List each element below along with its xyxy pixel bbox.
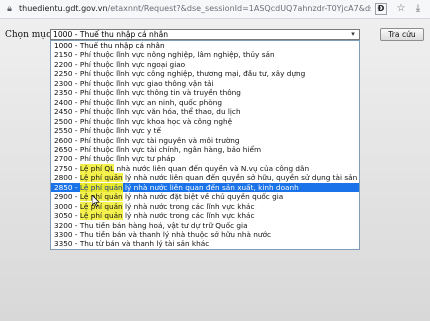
category-select[interactable]: 1000 - Thuế thu nhập cá nhân ▾ <box>50 29 360 40</box>
mouse-cursor-icon <box>92 195 100 207</box>
extension-icon[interactable]: Đ <box>375 3 387 15</box>
option-text: 2500 - Phí thuộc lĩnh vực khoa học và cô… <box>54 116 233 126</box>
browser-address-bar[interactable]: 🔒︎ thuedientu.gdt.gov.vn/etaxnnt/Request… <box>0 0 430 19</box>
option-text-rest: lý nhà nước liên quan đến quyền sở hữu, … <box>122 173 358 183</box>
option-text-rest: lý nhà nước trong các lĩnh vực khác <box>122 211 255 221</box>
option-item[interactable]: 3300 - Thu tiền bán và thanh lý nhà thuộ… <box>51 230 359 240</box>
option-text: 2300 - Phí thuộc lĩnh vực giao thông vận… <box>54 78 214 88</box>
option-item[interactable]: 2200 - Phí thuộc lĩnh vực ngoại giao <box>51 60 359 70</box>
option-text-rest: lý nhà nước trong các lĩnh vực khác <box>122 201 255 211</box>
option-text: 2350 - Phí thuộc lĩnh vực thông tin và t… <box>54 88 241 98</box>
option-text: 2900 - <box>54 192 80 202</box>
option-item[interactable]: 2650 - Phí thuộc lĩnh vực tài chính, ngâ… <box>51 145 359 155</box>
option-text: 2250 - Phí thuộc lĩnh vực công nghiệp, t… <box>54 69 306 79</box>
option-item[interactable]: 2750 - Lệ phí QL nhà nước liên quan đến … <box>51 163 359 174</box>
option-item[interactable]: 3350 - Thu từ bán và thanh lý tài sản kh… <box>51 239 359 249</box>
option-text: 2600 - Phí thuộc lĩnh vực tài nguyên và … <box>54 135 240 145</box>
select-label: Chọn mục: <box>5 30 55 40</box>
option-text: 2800 - <box>54 173 80 183</box>
option-text: 2750 - <box>54 163 80 173</box>
option-item[interactable]: 2600 - Phí thuộc lĩnh vực tài nguyên và … <box>51 136 359 146</box>
lock-icon: 🔒︎ <box>7 4 12 14</box>
option-text: 1000 - Thuế thu nhập cá nhân <box>54 41 165 50</box>
bookmark-star-icon[interactable]: ☆ <box>394 2 408 16</box>
highlighted-text: Lệ phí quản <box>79 182 123 192</box>
option-text: 2850 - <box>54 182 80 192</box>
highlighted-text: Lệ phí quản <box>79 201 123 211</box>
highlighted-text: Lệ phí quản <box>79 192 123 202</box>
option-item[interactable]: 2300 - Phí thuộc lĩnh vực giao thông vận… <box>51 79 359 89</box>
option-text: 2200 - Phí thuộc lĩnh vực ngoại giao <box>54 59 186 69</box>
option-item[interactable]: 2700 - Phí thuộc lĩnh vực tư pháp <box>51 154 359 164</box>
option-item[interactable]: 2250 - Phí thuộc lĩnh vực công nghiệp, t… <box>51 69 359 79</box>
option-item[interactable]: 2150 - Phí thuộc lĩnh vực nông nghiệp, l… <box>51 50 359 60</box>
option-text: 2150 - Phí thuộc lĩnh vực nông nghiệp, l… <box>54 50 275 60</box>
option-item[interactable]: 3050 - Lệ phí quản lý nhà nước trong các… <box>51 211 359 221</box>
option-item[interactable]: 2400 - Phí thuộc lĩnh vực an ninh, quốc … <box>51 98 359 108</box>
option-item[interactable]: 1000 - Thuế thu nhập cá nhân <box>51 41 359 51</box>
option-item[interactable]: 2500 - Phí thuộc lĩnh vực khoa học và cô… <box>51 117 359 127</box>
option-text: 2700 - Phí thuộc lĩnh vực tư pháp <box>54 154 176 164</box>
option-item[interactable]: 2450 - Phí thuộc lĩnh vực văn hóa, thể t… <box>51 107 359 117</box>
option-item[interactable]: 2550 - Phí thuộc lĩnh vực y tế <box>51 126 359 136</box>
option-text: 3000 - <box>54 201 80 211</box>
option-text-rest: lý nhà nước đặt biệt về chủ quyền quốc g… <box>122 192 284 202</box>
option-text-rest: lý nhà nước liên quan đến sản xuất, kinh… <box>122 182 299 192</box>
option-text: 2400 - Phí thuộc lĩnh vực an ninh, quốc … <box>54 97 223 107</box>
option-text: 3200 - Thu tiền bán hàng hoá, vật tư dự … <box>54 220 248 230</box>
option-text: 3050 - <box>54 211 80 221</box>
chevron-down-icon[interactable]: ▾ <box>348 30 358 39</box>
url-text[interactable]: thuedientu.gdt.gov.vn/etaxnnt/Request?&d… <box>19 2 371 16</box>
option-item[interactable]: 3200 - Thu tiền bán hàng hoá, vật tư dự … <box>51 221 359 231</box>
highlighted-text: Lệ phí quản <box>79 173 123 183</box>
highlighted-text: Lệ phí QL <box>79 163 115 173</box>
option-item[interactable]: 2800 - Lệ phí quản lý nhà nước liên quan… <box>51 173 359 183</box>
page-content: Chọn mục: 1000 - Thuế thu nhập cá nhân ▾… <box>0 19 430 321</box>
url-path: /etaxnnt/Request?&dse_sessionId=1ASQcdUQ… <box>107 4 371 13</box>
option-text: 2450 - Phí thuộc lĩnh vực văn hóa, thể t… <box>54 107 241 117</box>
option-text-rest: nhà nước liên quan đến quyền và N.vụ của… <box>114 163 310 173</box>
option-text: 3350 - Thu từ bán và thanh lý tài sản kh… <box>54 239 210 249</box>
option-text: 2550 - Phí thuộc lĩnh vực y tế <box>54 126 162 136</box>
search-button[interactable]: Tra cứu <box>380 28 424 41</box>
category-dropdown-list[interactable]: 1000 - Thuế thu nhập cá nhân 2150 - Phí t… <box>50 40 360 250</box>
selected-value: 1000 - Thuế thu nhập cá nhân <box>53 30 169 39</box>
url-host: thuedientu.gdt.gov.vn <box>19 4 108 13</box>
download-icon[interactable]: ⤓ <box>411 2 425 16</box>
option-text: 2650 - Phí thuộc lĩnh vực tài chính, ngâ… <box>54 144 262 154</box>
highlighted-text: Lệ phí quản <box>79 211 123 221</box>
option-text: 3300 - Thu tiền bán và thanh lý nhà thuộ… <box>54 230 272 239</box>
option-item[interactable]: 2350 - Phí thuộc lĩnh vực thông tin và t… <box>51 88 359 98</box>
option-item[interactable]: 2850 - Lệ phí quản lý nhà nước liên quan… <box>51 182 359 193</box>
